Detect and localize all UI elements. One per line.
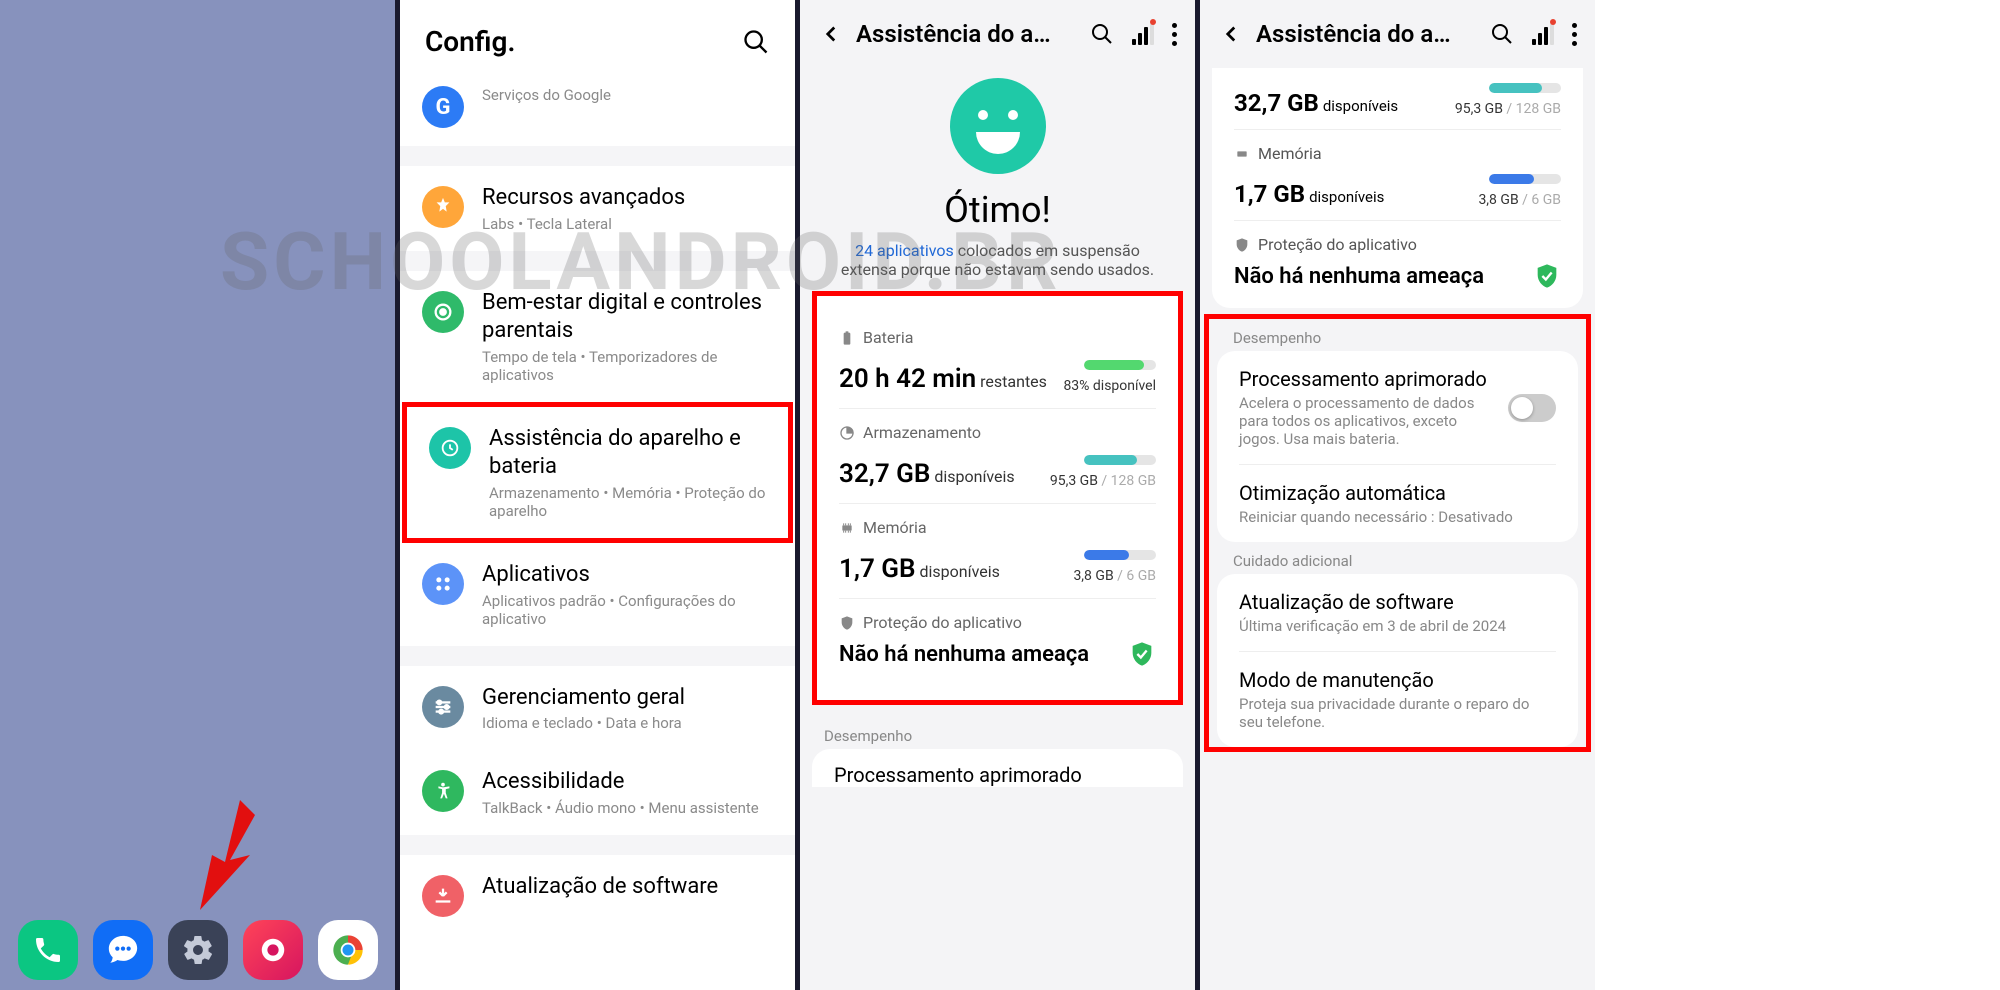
settings-item-device-care[interactable]: Assistência do aparelho e bateria Armaze… bbox=[402, 402, 793, 543]
battery-icon bbox=[839, 330, 855, 346]
search-icon[interactable] bbox=[1490, 22, 1514, 46]
memory-row[interactable]: Memória 1,7 GB disponíveis 3,8 GB / 6 GB bbox=[839, 504, 1156, 599]
battery-row[interactable]: Bateria 20 h 42 min restantes 83% dispon… bbox=[839, 314, 1156, 409]
apps-icon bbox=[422, 563, 464, 605]
settings-item-title: Bem-estar digital e controles parentais bbox=[482, 289, 773, 346]
protection-row[interactable]: Proteção do aplicativo Não há nenhuma am… bbox=[1212, 221, 1583, 308]
app-dock bbox=[0, 920, 395, 980]
smiley-icon bbox=[950, 78, 1046, 174]
protection-row[interactable]: Proteção do aplicativo Não há nenhuma am… bbox=[839, 599, 1156, 682]
settings-screen: Config. G Serviços do Google Recursos av… bbox=[395, 0, 795, 990]
device-stats-card: Bateria 20 h 42 min restantes 83% dispon… bbox=[812, 291, 1183, 705]
more-options-icon[interactable] bbox=[1572, 23, 1577, 46]
memory-free: 1,7 GB bbox=[839, 554, 916, 584]
enhanced-processing-item[interactable]: Processamento aprimorado Acelera o proce… bbox=[1217, 351, 1578, 464]
battery-percent: 83% disponível bbox=[1063, 378, 1156, 394]
settings-item-sub: Armazenamento • Memória • Proteção do ap… bbox=[489, 484, 766, 520]
settings-item-sub: Idioma e teclado • Data e hora bbox=[482, 714, 773, 732]
settings-item-advanced[interactable]: Recursos avançados Labs • Tecla Lateral bbox=[400, 166, 795, 251]
device-care-icon bbox=[429, 427, 471, 469]
settings-item-title: Aplicativos bbox=[482, 561, 773, 590]
status-description: 24 aplicativos colocados em suspensão ex… bbox=[800, 241, 1195, 279]
google-icon: G bbox=[422, 86, 464, 128]
device-care-screen: Assistência do a… Ótimo! 24 aplicativos … bbox=[795, 0, 1195, 990]
storage-free: 32,7 GB bbox=[839, 459, 930, 489]
device-care-header: Assistência do a… bbox=[800, 0, 1195, 68]
back-icon[interactable] bbox=[1218, 21, 1244, 47]
performance-section-label: Desempenho bbox=[800, 717, 1195, 749]
signal-icon[interactable] bbox=[1532, 23, 1554, 45]
auto-optimization-item[interactable]: Otimização automática Reiniciar quando n… bbox=[1217, 465, 1578, 542]
settings-item-title: Acessibilidade bbox=[482, 768, 773, 797]
settings-item-title: Assistência do aparelho e bateria bbox=[489, 425, 766, 482]
settings-header: Config. bbox=[400, 0, 795, 78]
wellbeing-icon bbox=[422, 291, 464, 333]
accessibility-icon bbox=[422, 770, 464, 812]
performance-section-label: Desempenho bbox=[1209, 319, 1586, 351]
search-icon[interactable] bbox=[1090, 22, 1114, 46]
threat-status: Não há nenhuma ameaça bbox=[1234, 264, 1484, 289]
page-title: Assistência do a… bbox=[1256, 20, 1478, 48]
page-title: Assistência do a… bbox=[856, 20, 1078, 48]
chrome-app-icon[interactable] bbox=[318, 920, 378, 980]
shield-check-icon bbox=[1128, 640, 1156, 668]
back-icon[interactable] bbox=[818, 21, 844, 47]
home-screen bbox=[0, 0, 395, 990]
apps-link[interactable]: 24 aplicativos bbox=[855, 241, 954, 260]
settings-item-accessibility[interactable]: Acessibilidade TalkBack • Áudio mono • M… bbox=[400, 750, 795, 835]
storage-used: 95,3 GB bbox=[1050, 473, 1098, 489]
settings-item-software-update[interactable]: Atualização de software bbox=[400, 855, 795, 935]
storage-icon bbox=[839, 425, 855, 441]
memory-free: 1,7 GB bbox=[1234, 180, 1305, 208]
memory-row[interactable]: Memória 1,7 GB disponíveis 3,8 GB / 6 GB bbox=[1212, 130, 1583, 220]
software-update-item[interactable]: Atualização de software Última verificaç… bbox=[1217, 574, 1578, 651]
shield-icon bbox=[839, 615, 855, 631]
general-icon bbox=[422, 686, 464, 728]
enhanced-processing-title[interactable]: Processamento aprimorado bbox=[834, 763, 1161, 787]
more-options-icon[interactable] bbox=[1172, 23, 1177, 46]
pointer-arrow-icon bbox=[190, 800, 260, 910]
battery-time: 20 h 42 min bbox=[839, 364, 976, 394]
storage-row[interactable]: 32,7 GB disponíveis 95,3 GB / 128 GB bbox=[1212, 78, 1583, 129]
messages-app-icon[interactable] bbox=[93, 920, 153, 980]
camera-app-icon[interactable] bbox=[243, 920, 303, 980]
settings-item-sub: Serviços do Google bbox=[482, 86, 773, 104]
settings-item-title: Atualização de software bbox=[482, 873, 773, 902]
settings-item-sub: Aplicativos padrão • Configurações do ap… bbox=[482, 592, 773, 628]
phone-app-icon[interactable] bbox=[18, 920, 78, 980]
memory-icon bbox=[839, 520, 855, 536]
search-icon[interactable] bbox=[742, 28, 770, 56]
memory-icon bbox=[1234, 146, 1250, 162]
threat-status: Não há nenhuma ameaça bbox=[839, 642, 1089, 667]
enhanced-processing-toggle[interactable] bbox=[1508, 394, 1556, 422]
status-text: Ótimo! bbox=[800, 189, 1195, 231]
device-care-screen-scrolled: Assistência do a… 32,7 GB disponíveis 95… bbox=[1195, 0, 1595, 990]
shield-icon bbox=[1234, 237, 1250, 253]
storage-free: 32,7 GB bbox=[1234, 89, 1319, 117]
settings-app-icon[interactable] bbox=[168, 920, 228, 980]
settings-item-sub: Tempo de tela • Temporizadores de aplica… bbox=[482, 348, 773, 384]
settings-item-wellbeing[interactable]: Bem-estar digital e controles parentais … bbox=[400, 271, 795, 402]
settings-item-title: Recursos avançados bbox=[482, 184, 773, 213]
shield-check-icon bbox=[1533, 262, 1561, 290]
settings-item-title: Gerenciamento geral bbox=[482, 684, 773, 713]
status-indicator: Ótimo! 24 aplicativos colocados em suspe… bbox=[800, 68, 1195, 279]
device-care-header: Assistência do a… bbox=[1200, 0, 1595, 68]
settings-item-google[interactable]: G Serviços do Google bbox=[400, 78, 795, 146]
signal-icon[interactable] bbox=[1132, 23, 1154, 45]
maintenance-mode-item[interactable]: Modo de manutenção Proteja sua privacida… bbox=[1217, 652, 1578, 747]
storage-row[interactable]: Armazenamento 32,7 GB disponíveis 95,3 G… bbox=[839, 409, 1156, 504]
additional-care-section-label: Cuidado adicional bbox=[1209, 542, 1586, 574]
settings-title: Config. bbox=[425, 25, 515, 58]
settings-item-apps[interactable]: Aplicativos Aplicativos padrão • Configu… bbox=[400, 543, 795, 646]
advanced-icon bbox=[422, 186, 464, 228]
software-update-icon bbox=[422, 875, 464, 917]
settings-item-sub: Labs • Tecla Lateral bbox=[482, 215, 773, 233]
settings-item-sub: TalkBack • Áudio mono • Menu assistente bbox=[482, 799, 773, 817]
memory-used: 3,8 GB bbox=[1073, 568, 1113, 584]
settings-item-general[interactable]: Gerenciamento geral Idioma e teclado • D… bbox=[400, 666, 795, 751]
